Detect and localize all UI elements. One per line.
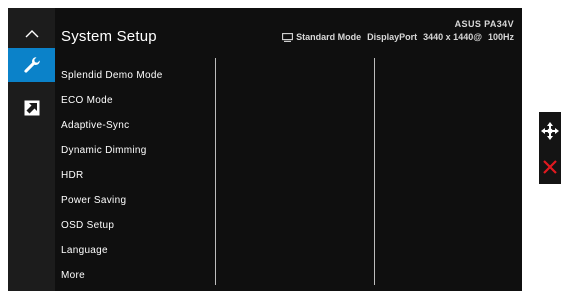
osd-window: System Setup ASUS PA34V Standard Mode Di…	[8, 8, 522, 291]
menu-item-eco-mode[interactable]: ECO Mode	[61, 88, 211, 113]
menu-item-osd-setup[interactable]: OSD Setup	[61, 213, 211, 238]
monitor-icon	[282, 32, 294, 42]
menu-item-more[interactable]: More	[61, 263, 211, 288]
chevron-up-icon	[25, 30, 38, 38]
system-setup-tab[interactable]	[8, 48, 55, 82]
shortcut-tab[interactable]	[8, 90, 55, 126]
menu-item-splendid-demo-mode[interactable]: Splendid Demo Mode	[61, 63, 211, 88]
scroll-up-button[interactable]	[8, 16, 55, 52]
status-bar: Standard Mode DisplayPort 3440 x 1440@ 1…	[282, 32, 514, 42]
osd-sidebar	[8, 8, 55, 291]
menu-item-adaptive-sync[interactable]: Adaptive-Sync	[61, 113, 211, 138]
column-divider-right	[374, 58, 375, 285]
page-title: System Setup	[61, 28, 157, 45]
model-name: ASUS PA34V	[454, 19, 514, 29]
menu-item-dynamic-dimming[interactable]: Dynamic Dimming	[61, 138, 211, 163]
exit-button[interactable]	[539, 154, 561, 180]
status-mode: Standard Mode	[282, 32, 361, 42]
navigation-panel	[539, 112, 561, 184]
wrench-icon	[23, 57, 40, 73]
navigate-button[interactable]	[539, 118, 561, 144]
menu-item-power-saving[interactable]: Power Saving	[61, 188, 211, 213]
settings-menu: Splendid Demo Mode ECO Mode Adaptive-Syn…	[61, 63, 211, 288]
exit-x-icon	[543, 160, 557, 174]
status-mode-label: Standard Mode	[296, 32, 362, 42]
menu-item-hdr[interactable]: HDR	[61, 163, 211, 188]
status-refresh: 100Hz	[487, 32, 514, 42]
shortcut-arrow-icon	[24, 100, 39, 116]
status-input: DisplayPort	[367, 32, 418, 42]
menu-item-language[interactable]: Language	[61, 238, 211, 263]
column-divider-left	[215, 58, 216, 285]
status-resolution: 3440 x 1440@	[423, 32, 482, 42]
four-way-navigation-icon	[541, 122, 559, 140]
